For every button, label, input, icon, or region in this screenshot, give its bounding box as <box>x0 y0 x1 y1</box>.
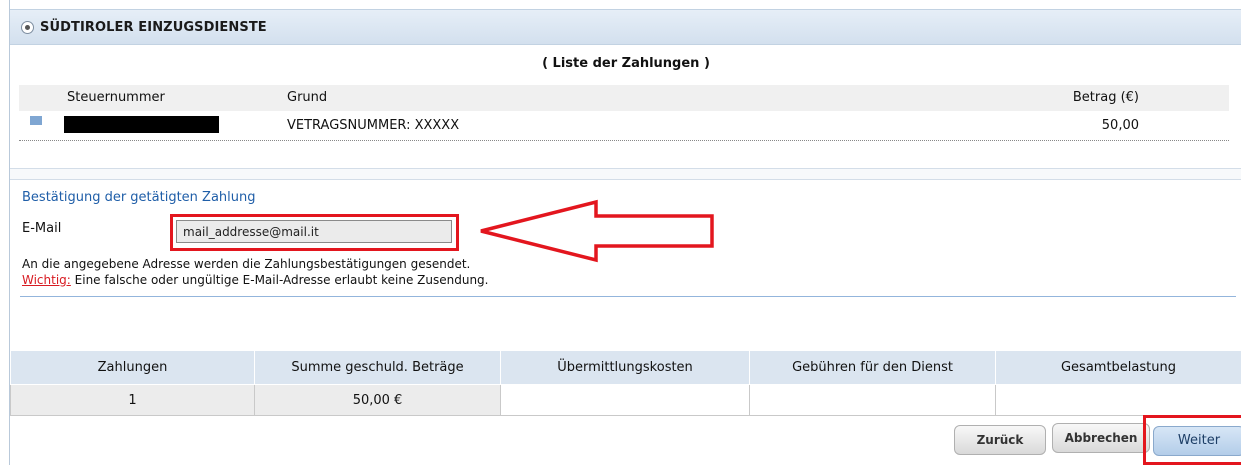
column-header-uebermittlung: Übermittlungskosten <box>500 350 750 385</box>
email-field[interactable] <box>176 220 452 243</box>
summary-zahlungen: 1 <box>10 384 255 416</box>
column-header-gebuehren: Gebühren für den Dienst <box>749 350 996 385</box>
row-grund: VETRAGSNUMMER: XXXXX <box>287 118 460 133</box>
confirmation-title: Bestätigung der getätigten Zahlung <box>22 190 256 205</box>
next-button[interactable]: Weiter <box>1153 426 1241 456</box>
warning-text: Eine falsche oder ungültige E-Mail-Adres… <box>70 273 489 287</box>
payment-panel: SÜDTIROLER EINZUGSDIENSTE ( Liste der Za… <box>9 0 1241 465</box>
column-header-betrag: Betrag (€) <box>1072 90 1139 105</box>
radio-icon[interactable] <box>21 21 34 34</box>
cancel-button[interactable]: Abbrechen <box>1052 423 1150 453</box>
payments-table: Steuernummer Grund Betrag (€) VETRAGSNUM… <box>19 85 1229 141</box>
summary-gebuehren <box>749 384 996 416</box>
column-header-zahlungen: Zahlungen <box>10 350 255 385</box>
summary-uebermittlung <box>500 384 750 416</box>
section-divider <box>10 168 1241 180</box>
column-header-grund: Grund <box>287 90 328 105</box>
payments-list-title: ( Liste der Zahlungen ) <box>542 56 710 71</box>
email-label: E-Mail <box>22 221 62 236</box>
row-betrag: 50,00 <box>1101 118 1139 133</box>
summary-gesamt <box>995 384 1241 416</box>
table-row: 1 50,00 € <box>10 384 1241 416</box>
row-bullet-icon <box>30 116 42 125</box>
column-header-summe: Summe geschuld. Beträge <box>254 350 501 385</box>
column-header-gesamt: Gesamtbelastung <box>995 350 1241 385</box>
email-info-text: An die angegebene Adresse werden die Zah… <box>22 257 471 271</box>
redacted-tax-number <box>64 116 219 133</box>
summary-summe: 50,00 € <box>254 384 501 416</box>
back-button[interactable]: Zurück <box>954 425 1046 455</box>
annotation-arrow-icon <box>480 199 714 263</box>
section-header: SÜDTIROLER EINZUGSDIENSTE <box>10 9 1241 45</box>
section-title: SÜDTIROLER EINZUGSDIENSTE <box>40 20 267 35</box>
summary-table: Zahlungen Summe geschuld. Beträge Übermi… <box>10 350 1241 416</box>
table-row: VETRAGSNUMMER: XXXXX 50,00 <box>19 111 1229 141</box>
warning-label: Wichtig: <box>22 273 71 287</box>
section-rule <box>20 296 1236 297</box>
payments-table-header: Steuernummer Grund Betrag (€) <box>19 85 1229 111</box>
email-warning: Wichtig: Eine falsche oder ungültige E-M… <box>22 273 489 287</box>
column-header-steuernummer: Steuernummer <box>67 90 165 105</box>
